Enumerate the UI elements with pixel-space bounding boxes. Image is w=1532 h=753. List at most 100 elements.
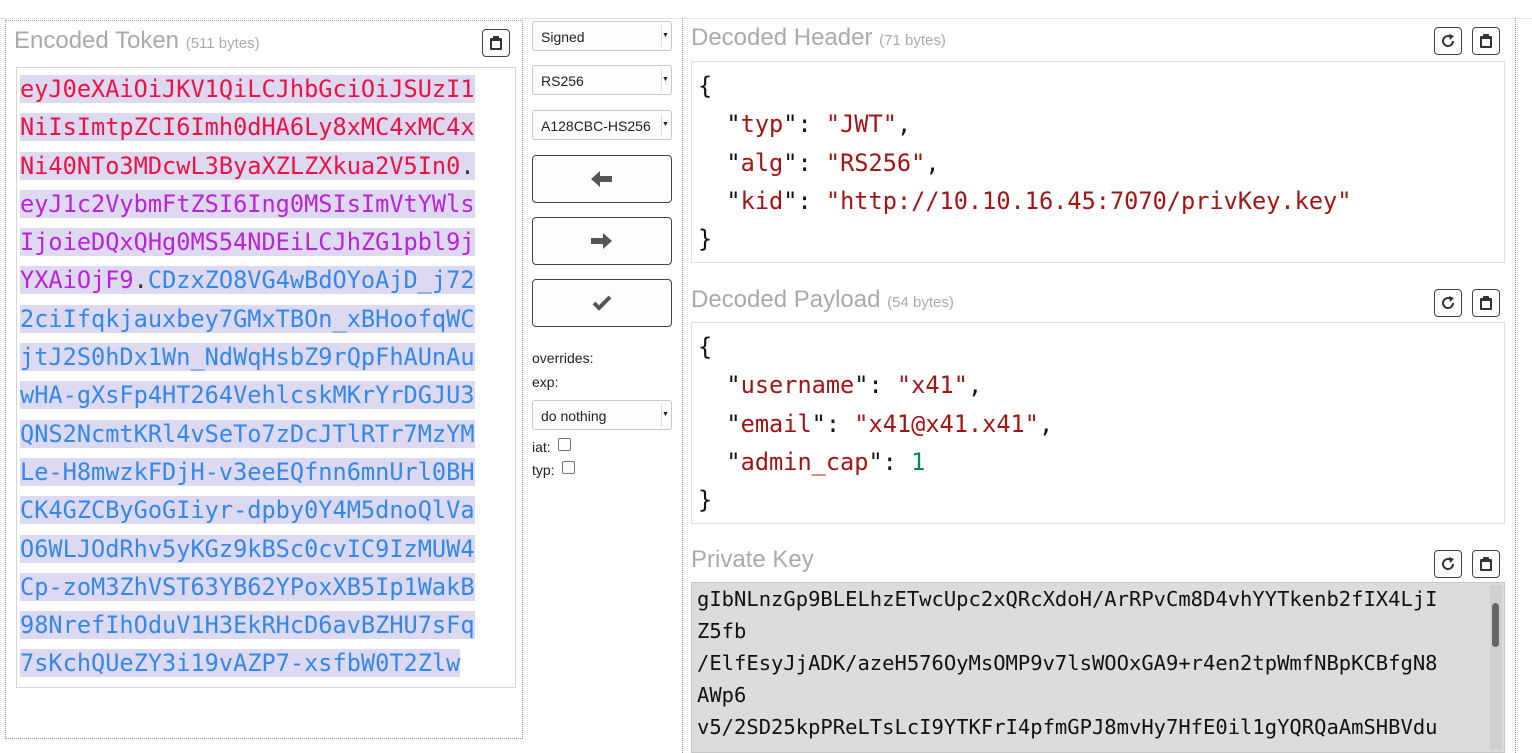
regenerate-payload-button[interactable] [1434,289,1462,317]
encoded-token-title-text: Encoded Token [14,27,180,54]
exp-label: exp: [532,374,559,390]
iat-checkbox[interactable] [558,438,571,451]
header-field-value: JWT [840,110,883,139]
chevron-down-icon: ▼ [661,25,669,47]
chevron-down-icon: ▼ [661,69,669,91]
private-key-line: AWp6 [697,683,747,707]
header-field-key: kid [740,186,784,215]
token-signature-segment: QNS2NcmtKRl4vSeTo7zDcJTlRTr7MzYM [20,419,475,448]
clipboard-icon [490,36,502,50]
encoded-token-panel: Encoded Token (511 bytes) eyJ0eXAiOiJKV1… [5,20,523,739]
header-field-row: "typ": "JWT", [698,110,912,139]
exp-select[interactable]: do nothing ▼ [532,400,672,430]
decoded-payload-title: Decoded Payload (54 bytes) [691,286,954,314]
token-separator: . [460,151,475,180]
encryption-select[interactable]: A128CBC-HS256 ▼ [532,110,672,140]
decoded-header-json: { "typ": "JWT", "alg": "RS256", "kid": "… [698,67,1351,258]
header-field-value: http://10.10.16.45:7070/privKey.key [840,186,1338,215]
private-key-title-text: Private Key [691,546,814,573]
payload-field-key: email [740,409,812,438]
token-signature-segment: Le-H8mwzkFDjH-v3eeEQfnn6mnUrl0BH [20,457,475,486]
payload-field-value: 1 [911,447,926,476]
overrides-label: overrides: [532,350,594,366]
decoded-payload-editor[interactable]: { "username": "x41", "email": "x41@x41.x… [691,322,1505,524]
private-key-scrollbar[interactable] [1490,585,1502,750]
decoded-payload-json: { "username": "x41", "email": "x41@x41.x… [698,328,1053,519]
verify-button[interactable] [532,279,672,327]
token-header-segment: eyJ0eXAiOiJKV1QiLCJhbGciOiJSUzI1 [20,75,475,103]
header-field-row: "kid": "http://10.10.16.45:7070/privKey.… [698,186,1352,215]
copy-token-button[interactable] [482,29,510,57]
token-header-segment: NiIsImtpZCI6Imh0dHA6Ly8xMC4xMC4x [20,113,475,142]
scrollbar-thumb[interactable] [1492,603,1499,647]
decoded-header-bytes: (71 bytes) [879,32,946,49]
typ-label: typ: [532,462,555,478]
encoded-token-title: Encoded Token (511 bytes) [14,27,260,55]
arrow-left-icon [591,171,612,187]
clipboard-icon [1480,557,1492,571]
private-key-line: Z5fb [697,619,747,643]
token-signature-segment: jtJ2S0hDx1Wn_NdWqHsbZ9rQpFhAUnAu [20,343,475,372]
payload-field-value: x41 [911,371,954,400]
json-close-brace: } [698,486,713,515]
copy-key-button[interactable] [1472,550,1500,578]
payload-field-row: "admin_cap": 1 [698,447,926,476]
token-header-segment: Ni40NTo3MDcwL3ByaXZLZXkua2V5In0 [20,151,461,180]
payload-field-key: admin_cap [740,447,869,476]
token-signature-segment: CK4GZCByGoGIiyr-dpby0Y4M5dnoQlVa [20,496,475,525]
exp-select-value: do nothing [541,408,607,424]
algorithm-select-value: RS256 [541,73,584,89]
payload-field-key: username [740,371,855,400]
decoded-header-title: Decoded Header (71 bytes) [691,24,946,52]
encoded-token-bytes: (511 bytes) [185,35,260,52]
regenerate-header-button[interactable] [1434,27,1462,55]
refresh-icon [1442,296,1455,309]
encode-button[interactable] [532,217,672,265]
clipboard-icon [1480,34,1492,48]
mode-select[interactable]: Signed ▼ [532,21,672,51]
decoded-header-title-text: Decoded Header [691,24,873,51]
refresh-icon [1442,557,1455,570]
token-payload-segment: YXAiOjF9 [20,266,134,295]
mode-select-value: Signed [541,29,585,45]
regenerate-key-button[interactable] [1434,550,1462,578]
token-signature-segment: O6WLJOdRhv5yKGz9kBSc0cvIC9IzMUW4 [20,534,475,563]
token-signature-segment: wHA-gXsFp4HT264VehlcskMKrYrDGJU3 [20,381,475,410]
arrow-right-icon [591,233,612,249]
chevron-down-icon: ▼ [661,404,669,426]
algorithm-select[interactable]: RS256 ▼ [532,65,672,95]
header-field-key: typ [740,110,784,139]
token-payload-segment: eyJ1c2VybmFtZSI6Ing0MSIsImVtYWls [20,189,475,218]
token-signature-segment: 98NrefIhOduV1H3EkRHcD6avBZHU7sFq [20,611,475,640]
copy-payload-button[interactable] [1472,289,1500,317]
decoded-header-editor[interactable]: { "typ": "JWT", "alg": "RS256", "kid": "… [691,61,1505,263]
json-open-brace: { [698,72,713,100]
decoded-payload-bytes: (54 bytes) [887,294,954,311]
payload-field-row: "email": "x41@x41.x41", [698,409,1054,438]
header-field-key: alg [740,148,784,177]
private-key-title: Private Key [691,546,814,574]
private-key-line: v5/2SD25kpPReLTsLcI9YTKFrI4pfmGPJ8mvHy7H… [697,715,1438,739]
iat-label: iat: [532,439,551,455]
token-payload-segment: IjoieDQxQHg0MS54NDEiLCJhZG1pbl9j [20,228,475,257]
token-signature-segment: 2ciIfqkjauxbey7GMxTBOn_xBHoofqWC [20,304,475,333]
token-signature-segment: Cp-zoM3ZhVST63YB62YPoxXB5Ip1WakB [20,572,475,601]
payload-field-value: x41@x41.x41 [868,409,1025,438]
private-key-line: /ElfEsyJjADK/azeH576OyMsOMP9v7lsWOOxGA9+… [697,651,1438,675]
encoded-token-text: eyJ0eXAiOiJKV1QiLCJhbGciOiJSUzI1 NiIsImtp… [20,70,512,683]
encryption-select-value: A128CBC-HS256 [541,118,651,134]
typ-checkbox[interactable] [562,461,575,474]
encoded-token-input[interactable]: eyJ0eXAiOiJKV1QiLCJhbGciOiJSUzI1 NiIsImtp… [16,67,516,688]
copy-header-button[interactable] [1472,27,1500,55]
private-key-textarea[interactable]: gIbNLnzGp9BLELhzETwcUpc2xQRcXdoH/ArRPvCm… [691,582,1505,753]
json-close-brace: } [698,225,713,254]
checkmark-icon [592,295,612,311]
token-separator: . [133,266,148,295]
refresh-icon [1442,34,1455,47]
private-key-line: gIbNLnzGp9BLELhzETwcUpc2xQRcXdoH/ArRPvCm… [697,587,1438,611]
token-signature-segment: CDzxZO8VG4wBdOYoAjD_j72 [147,266,475,295]
json-open-brace: { [698,333,713,361]
decode-button[interactable] [532,155,672,203]
token-signature-segment: 7sKchQUeZY3i19vAZP7-xsfbW0T2Zlw [20,649,461,678]
header-field-value: RS256 [840,148,912,177]
